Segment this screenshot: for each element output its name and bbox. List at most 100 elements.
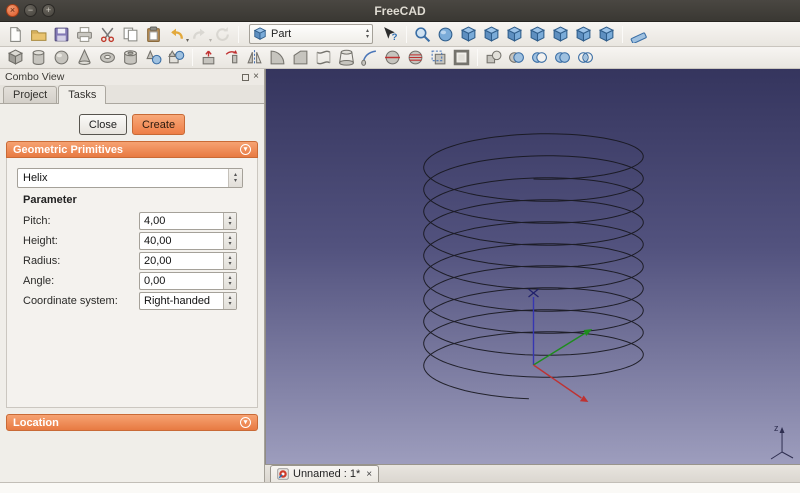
whats-this-button[interactable] xyxy=(380,24,401,45)
3d-viewport[interactable]: z xyxy=(265,69,800,464)
part-tube-button[interactable] xyxy=(120,47,141,68)
part-revolve-button[interactable] xyxy=(221,47,242,68)
pitch-arrows[interactable]: ▴▾ xyxy=(223,213,236,229)
toolbar-separator xyxy=(477,49,478,66)
location-header[interactable]: Location ▾ xyxy=(6,414,258,431)
part-revolve-icon xyxy=(223,49,240,66)
part-cylinder-button[interactable] xyxy=(28,47,49,68)
window-close-button[interactable]: × xyxy=(6,4,19,17)
part-section-icon xyxy=(384,49,401,66)
part-primitives-button[interactable] xyxy=(143,47,164,68)
3d-view-canvas[interactable]: z xyxy=(266,69,800,464)
location-section: Location ▾ xyxy=(6,414,258,431)
part-cut-button[interactable] xyxy=(529,47,550,68)
tab-project[interactable]: Project xyxy=(3,86,57,103)
shape-type-combobox[interactable]: Helix ▴▾ xyxy=(17,168,243,188)
view-draw-style-button[interactable] xyxy=(435,24,456,45)
refresh-icon xyxy=(214,26,231,43)
dock-float-icon[interactable] xyxy=(242,74,249,81)
part-cone-button[interactable] xyxy=(74,47,95,68)
pitch-label: Pitch: xyxy=(17,215,51,227)
toolbar-file-view: ▾▾ Part ▴▾ xyxy=(0,22,800,47)
view-left-button[interactable] xyxy=(596,24,617,45)
part-fillet-button[interactable] xyxy=(267,47,288,68)
toolbar-separator xyxy=(406,26,407,43)
part-thickness-button[interactable] xyxy=(451,47,472,68)
radius-arrows[interactable]: ▴▾ xyxy=(223,253,236,269)
dock-close-icon[interactable]: × xyxy=(253,72,259,82)
part-extrude-button[interactable] xyxy=(198,47,219,68)
part-section-button[interactable] xyxy=(382,47,403,68)
part-shape-builder-button[interactable] xyxy=(166,47,187,68)
part-torus-button[interactable] xyxy=(97,47,118,68)
part-box-icon xyxy=(7,49,24,66)
part-sweep-button[interactable] xyxy=(359,47,380,68)
coordinate-system-arrows[interactable]: ▴▾ xyxy=(223,293,236,309)
save-document-button[interactable] xyxy=(51,24,72,45)
view-top-button[interactable] xyxy=(504,24,525,45)
new-document-button[interactable] xyxy=(5,24,26,45)
copy-button[interactable] xyxy=(120,24,141,45)
height-arrows[interactable]: ▴▾ xyxy=(223,233,236,249)
tab-tasks[interactable]: Tasks xyxy=(58,85,106,104)
origin-axes xyxy=(529,289,593,402)
part-cone-icon xyxy=(76,49,93,66)
refresh-button[interactable] xyxy=(212,24,233,45)
undo-button[interactable]: ▾ xyxy=(166,24,187,45)
coordinate-system-combobox[interactable]: Right-handed▴▾ xyxy=(139,292,237,310)
shape-type-dropdown-arrows[interactable]: ▴▾ xyxy=(228,169,242,187)
part-compound-button[interactable] xyxy=(483,47,504,68)
view-right-button[interactable] xyxy=(527,24,548,45)
create-button[interactable]: Create xyxy=(132,114,185,135)
toolbar-separator xyxy=(192,49,193,66)
part-chamfer-icon xyxy=(292,49,309,66)
angle-spinbox[interactable]: 0,00▴▾ xyxy=(139,272,237,290)
part-extrude-icon xyxy=(200,49,217,66)
pitch-spinbox[interactable]: 4,00▴▾ xyxy=(139,212,237,230)
toolbar-part xyxy=(0,47,800,69)
measure-distance-button[interactable] xyxy=(628,24,649,45)
cut-button[interactable] xyxy=(97,24,118,45)
titlebar[interactable]: × − + FreeCAD xyxy=(0,0,800,22)
open-document-button[interactable] xyxy=(28,24,49,45)
part-box-button[interactable] xyxy=(5,47,26,68)
window-maximize-button[interactable]: + xyxy=(42,4,55,17)
part-boolean-button[interactable] xyxy=(506,47,527,68)
window-minimize-button[interactable]: − xyxy=(24,4,37,17)
paste-button[interactable] xyxy=(143,24,164,45)
new-document-icon xyxy=(7,26,24,43)
status-bar xyxy=(0,482,800,493)
view-bottom-button[interactable] xyxy=(573,24,594,45)
save-document-icon xyxy=(53,26,70,43)
view-front-button[interactable] xyxy=(481,24,502,45)
part-union-button[interactable] xyxy=(552,47,573,68)
document-tab-unnamed[interactable]: Unnamed : 1* × xyxy=(270,465,379,482)
task-buttons: Close Create xyxy=(0,114,264,135)
geometric-primitives-header[interactable]: Geometric Primitives ▾ xyxy=(6,141,258,158)
view-fit-all-button[interactable] xyxy=(412,24,433,45)
close-button[interactable]: Close xyxy=(79,114,127,135)
document-tab-close-icon[interactable]: × xyxy=(366,469,372,480)
part-mirror-button[interactable] xyxy=(244,47,265,68)
workbench-selector[interactable]: Part ▴▾ xyxy=(249,24,373,44)
angle-arrows[interactable]: ▴▾ xyxy=(223,273,236,289)
collapse-icon[interactable]: ▾ xyxy=(240,417,251,428)
height-spinbox[interactable]: 40,00▴▾ xyxy=(139,232,237,250)
part-common-button[interactable] xyxy=(575,47,596,68)
part-ruled-surface-button[interactable] xyxy=(313,47,334,68)
workbench-dropdown-arrows[interactable]: ▴▾ xyxy=(366,28,369,40)
print-document-button[interactable] xyxy=(74,24,95,45)
part-offset-button[interactable] xyxy=(428,47,449,68)
toolbar-group-primitives xyxy=(4,47,188,68)
collapse-icon[interactable]: ▾ xyxy=(240,144,251,155)
param-row-height: Height:40,00▴▾ xyxy=(17,232,249,250)
radius-spinbox[interactable]: 20,00▴▾ xyxy=(139,252,237,270)
part-loft-button[interactable] xyxy=(336,47,357,68)
part-chamfer-button[interactable] xyxy=(290,47,311,68)
redo-button[interactable]: ▾ xyxy=(189,24,210,45)
view-isometric-button[interactable] xyxy=(458,24,479,45)
part-sphere-button[interactable] xyxy=(51,47,72,68)
view-rear-button[interactable] xyxy=(550,24,571,45)
combo-view-titlebar[interactable]: Combo View × xyxy=(0,69,264,85)
part-cross-sections-button[interactable] xyxy=(405,47,426,68)
